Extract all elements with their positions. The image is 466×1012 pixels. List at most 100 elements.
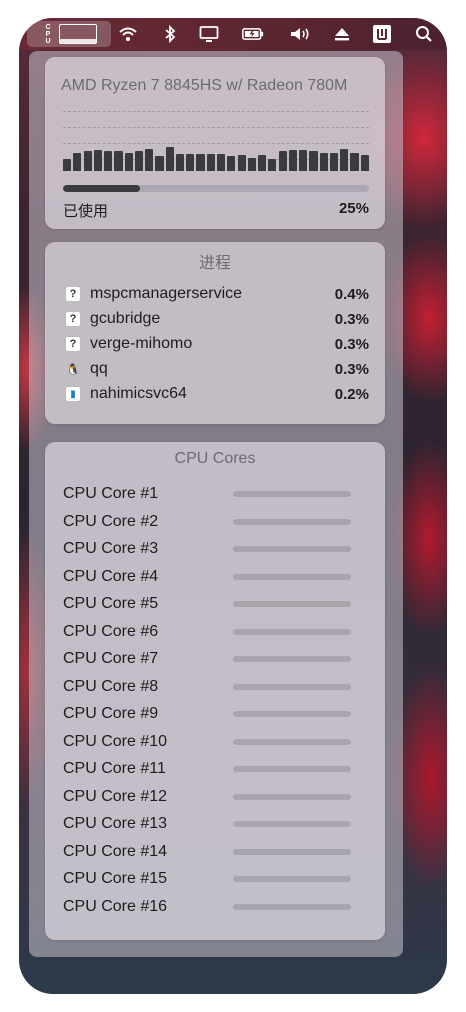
cpu-history-bar <box>247 157 256 171</box>
usage-label: 已使用 <box>63 203 109 220</box>
cpu-history-bar <box>175 153 185 171</box>
qq-penguin-icon: 🐧 <box>66 363 80 376</box>
cpu-core-label: CPU Core #7 <box>63 650 159 667</box>
cpu-history-bar <box>309 151 318 171</box>
process-card: 进程 ? mspcmanagerservice 0.4%? gcubridge 0.3%… <box>45 242 385 424</box>
cpu-core-row: CPU Core #9 <box>63 703 355 725</box>
cpu-core-label: CPU Core #4 <box>63 567 159 585</box>
process-name: nahimicsvc64 <box>90 385 187 402</box>
cpu-core-label: CPU Core #9 <box>63 705 159 722</box>
cpu-core-usage-bar <box>233 711 351 717</box>
cpu-core-usage-bar <box>233 848 351 855</box>
cpu-menu-extra[interactable]: C P U <box>27 21 111 47</box>
cpu-core-usage-bar <box>233 876 351 882</box>
process-row[interactable]: ? mspcmanagerservice 0.4% <box>65 283 369 305</box>
cpu-label: C P U <box>41 24 55 45</box>
cpu-core-row: CPU Core #1 <box>63 483 355 505</box>
cpu-history-bar <box>206 153 215 171</box>
cpu-history-bar <box>278 151 287 171</box>
cpu-core-label: CPU Core #12 <box>63 787 168 805</box>
nahimic-app-icon: ▮ <box>65 386 81 402</box>
cpu-core-row: CPU Core #12 <box>63 786 355 808</box>
cpu-core-label: CPU Core #8 <box>63 677 159 695</box>
cpu-core-row: CPU Core #15 <box>63 868 355 890</box>
cpu-core-usage-bar <box>233 683 351 690</box>
battery-icon[interactable] <box>242 24 264 44</box>
cpu-core-label: CPU Core #14 <box>63 842 168 860</box>
unknown-app-icon: ? <box>65 286 81 302</box>
cpu-core-label: CPU Core #5 <box>63 595 159 612</box>
cpu-history-bar <box>124 152 133 171</box>
cpu-history-bar <box>93 149 102 171</box>
process-name: qq <box>90 360 108 377</box>
cpu-core-label: CPU Core #10 <box>63 732 168 750</box>
volume-icon[interactable] <box>289 24 311 44</box>
cpu-history-bar <box>216 153 226 171</box>
cpu-history-bar <box>360 155 369 171</box>
cpu-history-bar <box>227 156 236 171</box>
cpu-core-row: CPU Core #13 <box>63 813 355 835</box>
cpu-cores-card-title: CPU Cores <box>174 450 256 467</box>
process-row[interactable]: ? verge-mihomo 0.3% <box>65 333 369 355</box>
cpu-core-row: CPU Core #14 <box>63 841 355 863</box>
cpu-label-char: P <box>45 30 51 38</box>
cpu-history-bar <box>258 155 267 171</box>
usage-value: 25% <box>338 200 369 217</box>
cpu-core-usage-bar <box>233 546 351 552</box>
cpu-history-bar <box>268 159 277 171</box>
process-cpu-value: 0.3% <box>334 360 369 378</box>
process-row[interactable]: ▮ nahimicsvc64 0.2% <box>65 383 369 405</box>
cpu-core-row: CPU Core #2 <box>63 511 355 533</box>
cpu-core-row: CPU Core #11 <box>63 758 355 780</box>
cpu-history-bar <box>114 151 123 171</box>
cpu-core-row: CPU Core #16 <box>63 896 355 918</box>
cpu-core-row: CPU Core #4 <box>63 566 355 588</box>
cpu-core-row: CPU Core #7 <box>63 648 355 670</box>
cpu-history-bar <box>83 151 92 171</box>
cpu-core-label: CPU Core #11 <box>63 760 166 777</box>
wifi-icon[interactable] <box>117 24 139 44</box>
eject-icon[interactable] <box>331 24 353 44</box>
cpu-usage-bar <box>63 185 369 192</box>
cpu-history-bar <box>350 152 359 171</box>
cpu-popover: AMD Ryzen 7 8845HS w/ Radeon 780M 已使用 25… <box>29 51 403 957</box>
cpu-core-usage-bar <box>233 766 351 772</box>
cpu-history-bar <box>165 147 174 171</box>
cpu-history-bars <box>63 105 369 171</box>
screen: C P U AMD Ryzen 7 8845HS w/ Radeon 780M … <box>19 18 447 994</box>
process-cpu-value: 0.3% <box>334 310 369 328</box>
bluetooth-icon[interactable] <box>159 24 181 44</box>
process-cpu-value: 0.4% <box>334 285 369 303</box>
cpu-history-bar <box>340 148 349 171</box>
cpu-cores-card: CPU Cores CPU Core #1 CPU Core #2 CPU Core… <box>45 442 385 940</box>
keyboard-icon[interactable] <box>371 24 393 44</box>
process-row[interactable]: 🐧 qq 0.3% <box>65 358 369 380</box>
cpu-core-row: CPU Core #10 <box>63 731 355 753</box>
cpu-history-bar <box>186 153 195 171</box>
cpu-core-label: CPU Core #15 <box>63 870 168 887</box>
cpu-core-label: CPU Core #2 <box>63 512 159 530</box>
process-name: verge-mihomo <box>90 335 193 352</box>
cpu-history-bar <box>288 149 298 171</box>
cpu-history-bar <box>299 149 308 171</box>
cpu-history-bar <box>237 155 246 171</box>
cpu-history-bar <box>134 151 144 171</box>
process-cpu-value: 0.2% <box>334 385 369 403</box>
cpu-core-usage-bar <box>233 518 351 525</box>
unknown-app-icon: ? <box>65 336 81 352</box>
cpu-core-usage-bar <box>233 793 351 800</box>
unknown-app-icon: ? <box>65 311 81 327</box>
cpu-model-name: AMD Ryzen 7 8845HS w/ Radeon 780M <box>61 77 348 94</box>
process-row[interactable]: ? gcubridge 0.3% <box>65 308 369 330</box>
cpu-core-row: CPU Core #6 <box>63 621 355 643</box>
cpu-history-bar <box>145 148 154 171</box>
cpu-core-usage-bar <box>233 573 351 580</box>
cpu-history-bar <box>329 152 339 171</box>
cpu-core-label: CPU Core #13 <box>63 815 168 832</box>
cpu-history-bar <box>196 153 205 171</box>
cpu-history-graph <box>63 105 369 171</box>
cpu-history-bar <box>104 151 113 171</box>
cpu-core-label: CPU Core #16 <box>63 897 168 915</box>
display-icon[interactable] <box>198 24 220 44</box>
search-icon[interactable] <box>413 24 435 44</box>
